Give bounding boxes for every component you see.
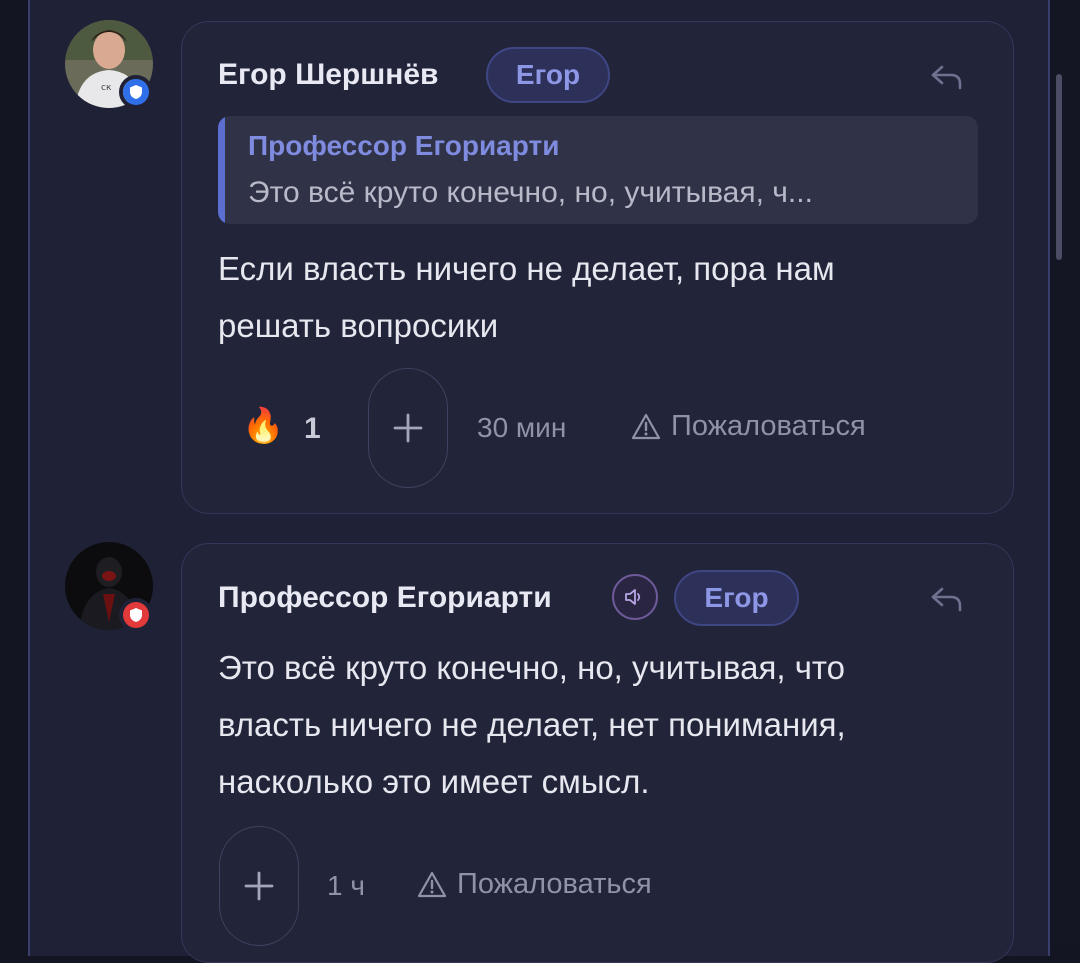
reply-icon[interactable] bbox=[929, 63, 963, 93]
quoted-reply[interactable]: Профессор Егориарти Это всё круто конечн… bbox=[218, 116, 978, 224]
comment-time: 1 ч bbox=[327, 870, 365, 901]
report-button[interactable]: Пожаловаться bbox=[631, 410, 866, 443]
comment-text-line: Если власть ничего не делает, пора нам bbox=[218, 250, 835, 287]
comment-text: Это всё круто конечно, но, учитывая, что… bbox=[218, 639, 846, 810]
quote-accent-bar bbox=[218, 116, 225, 224]
add-reaction-button[interactable] bbox=[219, 826, 299, 946]
shield-icon bbox=[130, 85, 142, 99]
warning-icon bbox=[417, 871, 447, 898]
plus-icon bbox=[393, 413, 423, 443]
scrollbar-thumb[interactable] bbox=[1056, 74, 1062, 260]
quote-text: Это всё круто конечно, но, учитывая, ч..… bbox=[248, 176, 813, 209]
comment-text-line: Это всё круто конечно, но, учитывая, что bbox=[218, 649, 845, 686]
reaction-count[interactable]: 1 bbox=[304, 412, 321, 446]
quote-author: Профессор Егориарти bbox=[248, 130, 560, 161]
shield-icon bbox=[130, 608, 142, 622]
user-tag[interactable]: Егор bbox=[486, 47, 610, 103]
report-button[interactable]: Пожаловаться bbox=[417, 868, 652, 901]
speaker-icon[interactable] bbox=[612, 574, 658, 620]
comment-author[interactable]: Профессор Егориарти bbox=[218, 581, 552, 615]
left-gutter bbox=[0, 0, 30, 945]
report-label: Пожаловаться bbox=[671, 410, 866, 442]
moderator-badge bbox=[119, 598, 153, 632]
warning-icon bbox=[631, 413, 661, 440]
comment-text-line: власть ничего не делает, нет понимания, bbox=[218, 706, 846, 743]
svg-text:ск: ск bbox=[101, 83, 112, 93]
user-tag[interactable]: Егор bbox=[674, 570, 799, 626]
comment-text-line: решать вопросики bbox=[218, 307, 499, 344]
plus-icon bbox=[244, 871, 274, 901]
comment-author[interactable]: Егор Шершнёв bbox=[218, 58, 439, 92]
add-reaction-button[interactable] bbox=[368, 368, 448, 488]
fire-reaction-icon[interactable]: 🔥 bbox=[242, 406, 284, 446]
report-label: Пожаловаться bbox=[457, 868, 652, 900]
comment-text: Если власть ничего не делает, пора нам р… bbox=[218, 240, 835, 354]
speaker-icon bbox=[625, 589, 641, 605]
moderator-badge bbox=[119, 75, 153, 109]
reply-icon[interactable] bbox=[929, 585, 963, 615]
comment-text-line: насколько это имеет смысл. bbox=[218, 763, 650, 800]
comment-time: 30 мин bbox=[477, 412, 567, 443]
